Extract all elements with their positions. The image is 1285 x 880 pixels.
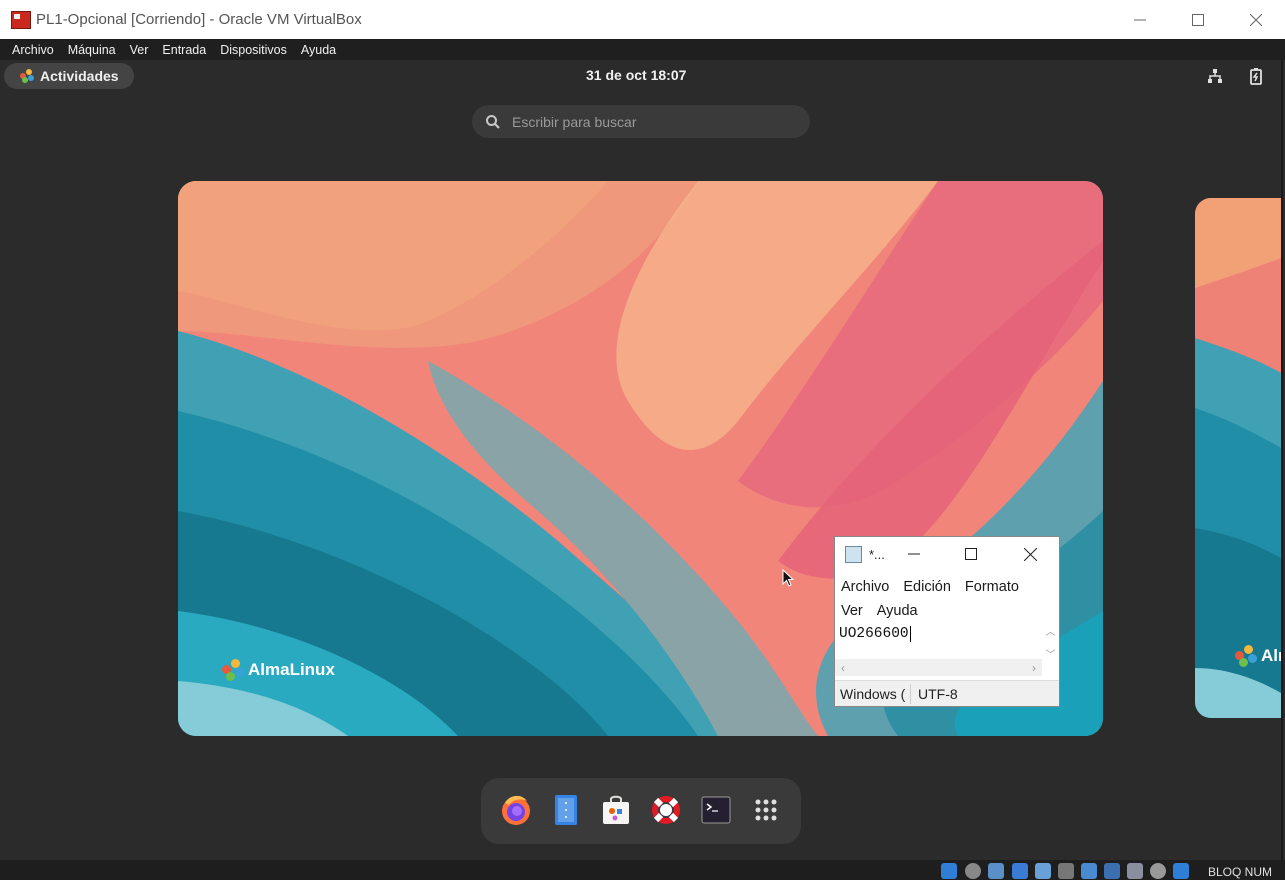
host-status-bar: BLOQ NUM — [0, 860, 1285, 880]
search-placeholder: Escribir para buscar — [512, 113, 637, 130]
num-lock-status: BLOQ NUM — [1207, 865, 1272, 879]
menu-ayuda[interactable]: Ayuda — [294, 43, 343, 57]
close-icon — [1023, 547, 1037, 561]
recording-icon[interactable] — [1104, 863, 1120, 879]
display-icon[interactable] — [1081, 863, 1097, 879]
encoding-status: UTF-8 — [918, 685, 958, 702]
gnome-top-bar: Actividades 31 de oct 18:07 — [0, 60, 1281, 92]
brand-text-partial: Alm — [1261, 646, 1281, 665]
almalinux-brand-2: Alm — [1235, 645, 1281, 667]
almalinux-mark-icon-2 — [1235, 645, 1257, 667]
notepad-content: UO266600 — [839, 626, 911, 642]
menu-dispositivos[interactable]: Dispositivos — [213, 43, 294, 57]
guest-screen: Actividades 31 de oct 18:07 Escribir par… — [0, 60, 1283, 860]
almalinux-mark-icon — [222, 659, 244, 681]
notepad-icon — [845, 546, 862, 563]
notepad-text-area[interactable]: UO266600 ︿ ﹀ — [835, 623, 1059, 661]
virtualbox-icon — [10, 10, 32, 30]
menu-maquina[interactable]: Máquina — [61, 43, 123, 57]
notepad-title: *... — [869, 547, 885, 562]
menu-archivo[interactable]: Archivo — [5, 43, 61, 57]
battery-icon[interactable] — [1247, 67, 1265, 85]
optical-drive-icon[interactable] — [965, 863, 981, 879]
notepad-menu-ver[interactable]: Ver — [841, 603, 863, 619]
keyboard-capture-icon[interactable] — [1173, 863, 1189, 879]
virtualization-icon[interactable] — [1127, 863, 1143, 879]
notepad-menu-archivo[interactable]: Archivo — [841, 579, 889, 595]
menu-entrada[interactable]: Entrada — [155, 43, 213, 57]
clock[interactable]: 31 de oct 18:07 — [586, 67, 686, 83]
activities-button[interactable]: Actividades — [4, 63, 134, 89]
terminal-icon[interactable] — [699, 793, 733, 827]
audio-icon[interactable] — [988, 863, 1004, 879]
search-icon — [486, 114, 500, 129]
brand-text: AlmaLinux — [248, 660, 335, 679]
horizontal-scrollbar[interactable]: ‹ › — [835, 659, 1042, 676]
minimize-icon — [1134, 19, 1146, 20]
maximize-icon — [1192, 13, 1204, 26]
scroll-up-icon[interactable]: ︿ — [1046, 623, 1056, 638]
help-icon[interactable] — [649, 793, 683, 827]
almalinux-brand: AlmaLinux — [222, 659, 335, 681]
maximize-icon — [965, 548, 977, 560]
usb-icon[interactable] — [1035, 863, 1051, 879]
wallpaper-2 — [1195, 198, 1281, 718]
files-icon[interactable] — [549, 793, 583, 827]
notepad-menu-bar: Archivo Edición Formato Ver Ayuda — [835, 571, 1059, 623]
almalinux-logo-icon — [20, 69, 34, 83]
notepad-title-bar[interactable]: *... — [835, 537, 1059, 571]
mouse-cursor-icon — [782, 569, 794, 587]
workspace-thumbnail-2[interactable]: Alm — [1195, 198, 1281, 718]
notepad-minimize-button[interactable] — [903, 543, 925, 565]
minimize-button[interactable] — [1111, 0, 1169, 39]
mouse-integration-icon[interactable] — [1150, 863, 1166, 879]
hard-disk-icon[interactable] — [941, 863, 957, 879]
vertical-scrollbar[interactable]: ︿ ﹀ — [1042, 623, 1059, 661]
menu-ver[interactable]: Ver — [123, 43, 156, 57]
line-ending-status: Windows ( — [835, 683, 911, 704]
minimize-icon — [908, 553, 920, 555]
notepad-status-bar: Windows ( UTF-8 — [835, 680, 1059, 706]
host-title-bar: PL1-Opcional [Corriendo] - Oracle VM Vir… — [0, 0, 1285, 39]
close-button[interactable] — [1227, 0, 1285, 39]
shared-folders-icon[interactable] — [1058, 863, 1074, 879]
maximize-button[interactable] — [1169, 0, 1227, 39]
scroll-right-icon[interactable]: › — [1032, 661, 1036, 675]
dash — [481, 778, 801, 844]
app-grid-icon[interactable] — [749, 793, 783, 827]
notepad-maximize-button[interactable] — [960, 543, 982, 565]
firefox-icon[interactable] — [499, 793, 533, 827]
notepad-menu-formato[interactable]: Formato — [965, 579, 1019, 595]
activities-label: Actividades — [40, 68, 119, 84]
close-icon — [1250, 13, 1262, 26]
network-adapter-icon[interactable] — [1012, 863, 1028, 879]
host-menu-bar: Archivo Máquina Ver Entrada Dispositivos… — [0, 39, 1285, 60]
network-icon[interactable] — [1206, 67, 1224, 85]
notepad-menu-edicion[interactable]: Edición — [903, 579, 951, 595]
search-field[interactable]: Escribir para buscar — [472, 105, 810, 138]
window-title: PL1-Opcional [Corriendo] - Oracle VM Vir… — [36, 11, 362, 28]
scroll-left-icon[interactable]: ‹ — [841, 661, 845, 675]
scroll-down-icon[interactable]: ﹀ — [1046, 646, 1056, 661]
notepad-window[interactable]: *... Archivo Edición Formato Ver Ayuda U… — [834, 536, 1060, 707]
notepad-close-button[interactable] — [1019, 543, 1041, 565]
software-icon[interactable] — [599, 793, 633, 827]
notepad-menu-ayuda[interactable]: Ayuda — [877, 603, 918, 619]
